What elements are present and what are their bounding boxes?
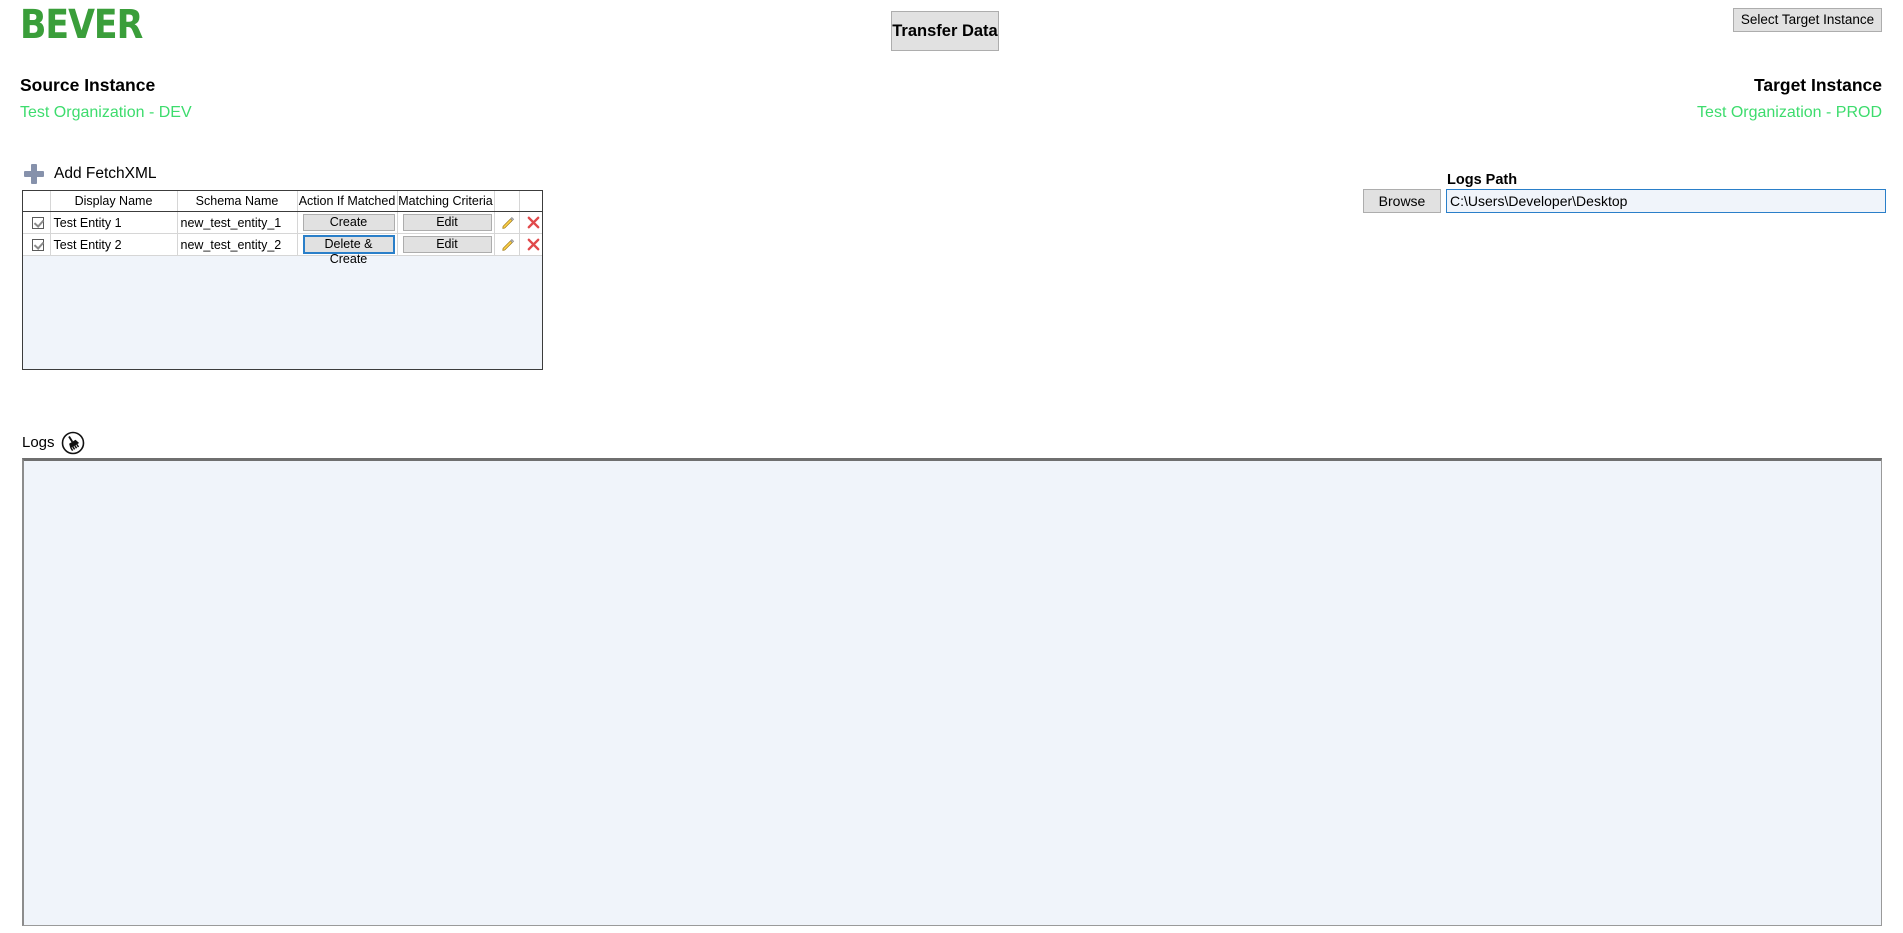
logs-label: Logs: [22, 434, 55, 451]
logs-path-input[interactable]: [1446, 189, 1886, 213]
logs-panel[interactable]: [22, 458, 1882, 926]
cell-matching-criteria[interactable]: Edit: [397, 211, 495, 234]
cell-edit-action[interactable]: [494, 233, 520, 256]
cell-display-name[interactable]: Test Entity 2: [50, 233, 178, 256]
row-checkbox[interactable]: [31, 217, 44, 230]
source-instance-value: Test Organization - DEV: [20, 104, 192, 121]
logs-content: [24, 461, 1881, 467]
column-header-select[interactable]: [23, 191, 51, 212]
matching-criteria-edit-button[interactable]: Edit: [402, 214, 492, 231]
x-icon[interactable]: [526, 237, 541, 251]
row-checkbox[interactable]: [31, 239, 44, 252]
browse-button[interactable]: Browse: [1363, 189, 1441, 213]
plus-icon: [24, 164, 44, 184]
cell-edit-action[interactable]: [494, 211, 520, 234]
row-checkbox-cell[interactable]: [23, 211, 51, 234]
column-header-schema-name[interactable]: Schema Name: [177, 191, 298, 212]
broom-icon-svg: [61, 431, 84, 455]
pencil-icon[interactable]: [501, 237, 516, 251]
table-row[interactable]: Test Entity 2 new_test_entity_2 Delete & C…: [23, 233, 542, 266]
cell-delete-action[interactable]: [519, 211, 542, 234]
add-fetchxml-button[interactable]: Add FetchXML: [24, 160, 157, 188]
add-fetchxml-label: Add FetchXML: [54, 165, 157, 182]
target-instance-title: Target Instance: [1753, 75, 1882, 95]
source-instance-title: Source Instance: [20, 75, 156, 95]
cell-matching-criteria[interactable]: Edit: [397, 233, 495, 256]
app-window: BEVER Transfer Data Select Target Instan…: [0, 0, 1903, 933]
column-header-matching-criteria[interactable]: Matching Criteria: [397, 191, 495, 212]
logs-header: Logs: [22, 430, 85, 456]
table-header-row: Display Name Schema Name Action If Match…: [23, 191, 542, 212]
transfer-data-button[interactable]: Transfer Data: [891, 11, 999, 51]
column-header-edit[interactable]: [494, 191, 520, 212]
row-checkbox-cell[interactable]: [23, 233, 51, 256]
cell-action-if-matched[interactable]: Create: [297, 211, 398, 234]
entity-table-head: Display Name Schema Name Action If Match…: [23, 191, 542, 212]
pencil-icon[interactable]: [501, 215, 516, 229]
cell-schema-name[interactable]: new_test_entity_2: [177, 233, 298, 256]
cell-delete-action[interactable]: [519, 233, 542, 256]
entity-table-body: Test Entity 1 new_test_entity_1 Create Edit…: [23, 211, 542, 266]
table-row[interactable]: Test Entity 1 new_test_entity_1 Create Edit: [23, 211, 542, 234]
cell-schema-name[interactable]: new_test_entity_1: [177, 211, 298, 234]
target-instance-value: Test Organization - PROD: [1697, 104, 1882, 121]
broom-icon[interactable]: [61, 431, 85, 455]
entity-grid[interactable]: Display Name Schema Name Action If Match…: [22, 190, 543, 370]
cell-action-if-matched[interactable]: Delete & Create: [297, 233, 398, 266]
column-header-display-name[interactable]: Display Name: [50, 191, 178, 212]
x-icon[interactable]: [526, 215, 541, 229]
column-header-action-if-matched[interactable]: Action If Matched: [297, 191, 398, 212]
action-if-matched-button[interactable]: Delete & Create: [302, 235, 395, 266]
entity-table: Display Name Schema Name Action If Match…: [23, 191, 542, 266]
cell-display-name[interactable]: Test Entity 1: [50, 211, 178, 234]
select-target-instance-button[interactable]: Select Target Instance: [1733, 8, 1882, 32]
matching-criteria-edit-button[interactable]: Edit: [402, 236, 492, 253]
app-logo: BEVER: [20, 1, 143, 49]
action-if-matched-button[interactable]: Create: [302, 214, 395, 231]
column-header-delete[interactable]: [519, 191, 542, 212]
logs-path-label: Logs Path: [1447, 172, 1518, 188]
